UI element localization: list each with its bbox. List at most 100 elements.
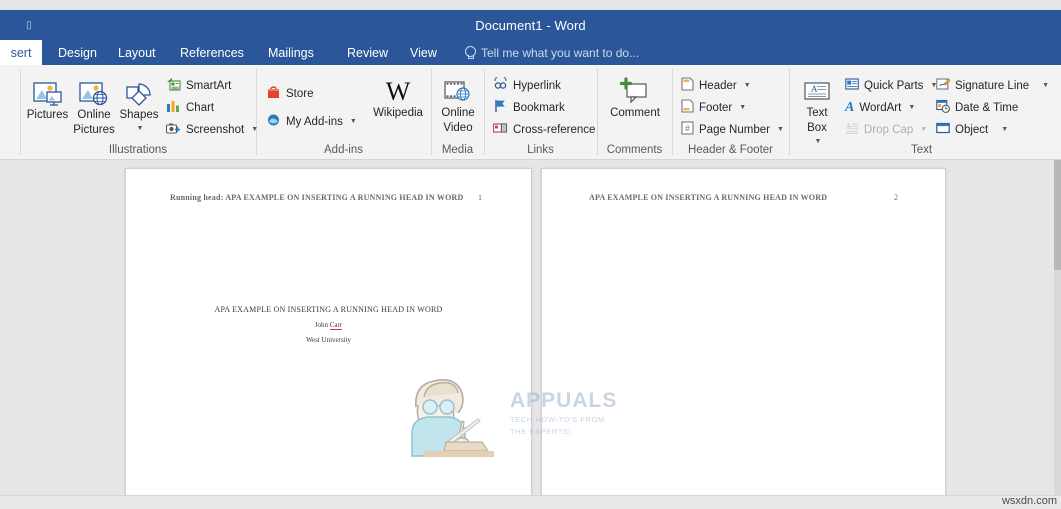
tab-mailings[interactable]: Mailings [258, 40, 324, 65]
header-icon [681, 77, 694, 94]
document-canvas[interactable]: Running head: APA EXAMPLE ON INSERTING A… [0, 160, 1061, 509]
tab-insert[interactable]: sert [0, 40, 42, 65]
comment-icon [619, 71, 651, 105]
chevron-down-icon[interactable]: ▼ [908, 104, 915, 111]
tab-view[interactable]: View [400, 40, 447, 65]
text-box-button[interactable]: A Text Box ▼ [795, 71, 839, 148]
chart-button[interactable]: Chart [166, 97, 214, 118]
title-bar: ⌷ Document1 - Word [0, 10, 1061, 40]
ribbon: Pictures Online Pictures Shapes ▼ SmartA… [0, 65, 1061, 160]
group-label-links: Links [527, 144, 554, 156]
tell-me-search[interactable]: Tell me what you want to do... [464, 40, 639, 65]
group-label-comments: Comments [606, 144, 663, 156]
date-time-button[interactable]: Date & Time [936, 97, 1018, 118]
paper-title: APA EXAMPLE ON INSERTING A RUNNING HEAD … [214, 305, 443, 314]
bookmark-button[interactable]: Bookmark [493, 97, 565, 118]
shapes-label: Shapes [119, 109, 159, 121]
text-box-label-2: Box [807, 122, 827, 134]
cross-reference-icon [492, 121, 508, 138]
online-video-label-2: Video [443, 122, 473, 134]
drop-cap-button[interactable]: A Drop Cap ▼ [845, 119, 928, 140]
smartart-button[interactable]: SmartArt [166, 75, 231, 96]
text-box-icon: A [802, 71, 832, 105]
header-button[interactable]: Header ▼ [681, 75, 751, 96]
footer-icon [681, 99, 694, 116]
word-window: ⌷ Document1 - Word sert Design Layout Re… [0, 0, 1061, 509]
chart-icon [166, 99, 181, 116]
online-pictures-button[interactable]: Online Pictures [72, 73, 116, 137]
svg-text:A: A [811, 84, 818, 94]
store-icon [266, 85, 281, 102]
paper-author: John Carr [126, 321, 531, 330]
chart-label: Chart [186, 101, 215, 114]
store-label: Store [286, 87, 314, 100]
author-first: John [314, 321, 330, 329]
object-label: Object [955, 123, 989, 136]
cross-reference-button[interactable]: Cross-reference [492, 119, 595, 140]
page-number-button[interactable]: # Page Number ▼ [681, 119, 784, 140]
page-number-label: Page Number [699, 123, 770, 136]
tab-design[interactable]: Design [48, 40, 107, 65]
document-page-2[interactable]: APA EXAMPLE ON INSERTING A RUNNING HEAD … [541, 168, 946, 501]
chevron-down-icon[interactable]: ▼ [251, 126, 258, 133]
source-watermark: wsxdn.com [1001, 495, 1057, 507]
quick-parts-button[interactable]: Quick Parts ▼ [845, 75, 937, 96]
screenshot-button[interactable]: Screenshot ▼ [165, 119, 258, 140]
hyperlink-button[interactable]: Hyperlink [493, 74, 561, 96]
wikipedia-icon: W [385, 77, 411, 106]
svg-text:#: # [685, 124, 690, 133]
signature-line-button[interactable]: Signature Line ▼ [936, 75, 1049, 96]
hyperlink-icon [493, 74, 508, 94]
comment-button[interactable]: Comment [605, 71, 665, 120]
chevron-down-icon[interactable]: ▼ [1001, 126, 1008, 133]
chevron-down-icon[interactable]: ▼ [137, 122, 144, 135]
scrollbar-thumb[interactable] [1054, 160, 1061, 270]
document-page-1[interactable]: Running head: APA EXAMPLE ON INSERTING A… [125, 168, 532, 501]
store-button[interactable]: Store [266, 83, 314, 104]
footer-label: Footer [699, 101, 733, 114]
lightbulb-icon [464, 46, 476, 59]
quick-parts-label: Quick Parts [864, 79, 924, 92]
shapes-button[interactable]: Shapes ▼ [118, 73, 160, 135]
tell-me-label: Tell me what you want to do... [481, 45, 640, 60]
signature-line-label: Signature Line [955, 79, 1030, 92]
my-addins-label: My Add-ins [286, 115, 343, 128]
author-last: Carr [329, 321, 343, 330]
wikipedia-button[interactable]: W Wikipedia [372, 71, 424, 120]
chevron-down-icon[interactable]: ▼ [350, 118, 357, 125]
chevron-down-icon[interactable]: ▼ [1042, 82, 1049, 89]
tab-review[interactable]: Review [337, 40, 398, 65]
wordart-button[interactable]: A WordArt ▼ [845, 97, 915, 118]
group-label-header-footer: Header & Footer [687, 144, 773, 156]
signature-line-icon [936, 77, 951, 94]
pictures-label: Pictures [26, 109, 69, 121]
hyperlink-label: Hyperlink [513, 79, 561, 92]
vertical-scrollbar[interactable] [1054, 160, 1061, 495]
page-number-icon: # [681, 121, 694, 138]
my-addins-button[interactable]: My Add-ins ▼ [266, 111, 357, 132]
tab-layout[interactable]: Layout [108, 40, 166, 65]
group-label-media: Media [441, 144, 474, 156]
footer-button[interactable]: Footer ▼ [681, 97, 746, 118]
svg-text:A: A [846, 122, 852, 131]
group-label-text: Text [910, 144, 933, 156]
bookmark-label: Bookmark [513, 101, 565, 114]
screenshot-label: Screenshot [186, 123, 245, 136]
my-addins-icon [266, 113, 281, 130]
screenshot-icon [165, 121, 181, 138]
pictures-icon [32, 73, 63, 107]
group-label-addins: Add-ins [324, 144, 363, 156]
bottom-bar [0, 495, 1061, 509]
pictures-button[interactable]: Pictures [25, 73, 70, 122]
chevron-down-icon[interactable]: ▼ [777, 126, 784, 133]
object-button[interactable]: Object ▼ [936, 119, 1008, 140]
online-video-button[interactable]: Online Video [436, 71, 480, 135]
chevron-down-icon[interactable]: ▼ [744, 82, 751, 89]
chevron-down-icon[interactable]: ▼ [739, 104, 746, 111]
smartart-icon [166, 77, 181, 94]
online-pictures-label-2: Pictures [73, 124, 115, 136]
tab-references[interactable]: References [170, 40, 254, 65]
date-time-icon [936, 99, 950, 116]
quick-parts-icon [845, 77, 859, 94]
paper-affiliation: West University [305, 336, 352, 344]
